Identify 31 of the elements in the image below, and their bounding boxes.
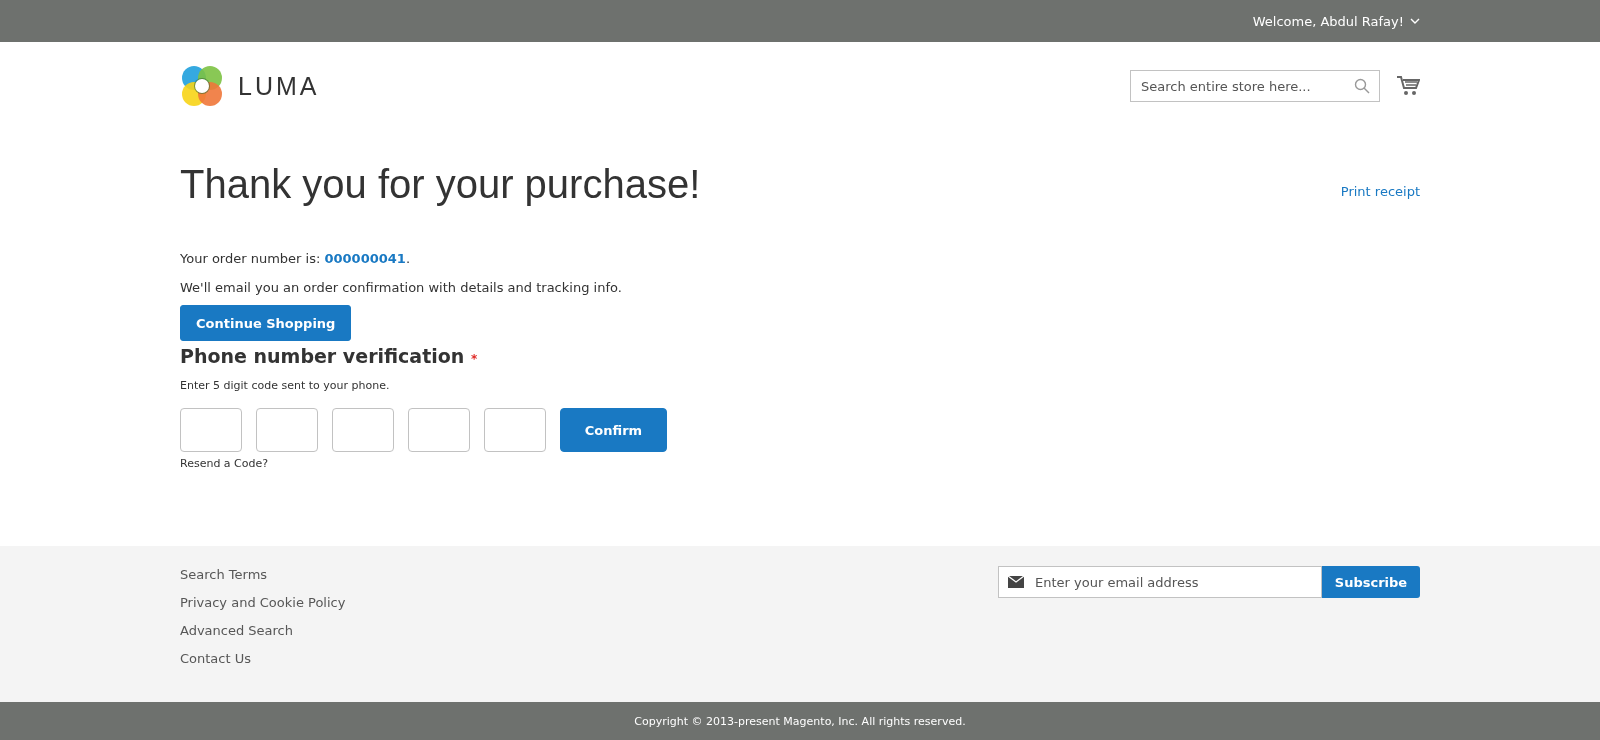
welcome-menu[interactable]: Welcome, Abdul Rafay! xyxy=(1252,13,1420,29)
code-digit-field[interactable] xyxy=(180,408,242,452)
search-field[interactable]: Search entire store here... xyxy=(1130,70,1380,102)
logo[interactable]: LUMA xyxy=(180,64,320,108)
code-digit-field[interactable] xyxy=(484,408,546,452)
search-icon xyxy=(1354,78,1370,94)
footer-link[interactable]: Advanced Search xyxy=(180,622,293,640)
copyright-text: Copyright © 2013-present Magento, Inc. All rights reserved. xyxy=(634,714,966,728)
continue-shopping-button[interactable]: Continue Shopping xyxy=(180,305,352,341)
resend-code-link[interactable]: Resend a Code? xyxy=(180,457,269,470)
order-number-link[interactable]: 000000041 xyxy=(324,251,406,266)
required-mark: * xyxy=(471,352,478,366)
period-text: . xyxy=(405,251,411,266)
logo-icon xyxy=(180,64,224,108)
order-number-label: Your order number is: xyxy=(180,251,321,266)
code-hint: Enter 5 digit code sent to your phone. xyxy=(180,379,391,392)
code-digit-field[interactable] xyxy=(256,408,318,452)
chevron-down-icon xyxy=(1410,18,1420,24)
verification-title: Phone number verification xyxy=(180,345,465,367)
email-field[interactable]: Enter your email address xyxy=(998,566,1322,598)
code-digit-field[interactable] xyxy=(332,408,394,452)
print-receipt-link[interactable]: Print receipt xyxy=(1340,184,1420,199)
footer-link[interactable]: Contact Us xyxy=(180,650,251,668)
page-title: Thank you for your purchase! xyxy=(180,162,701,207)
cart-icon[interactable] xyxy=(1396,75,1420,97)
footer-link[interactable]: Search Terms xyxy=(180,566,268,584)
subscribe-button[interactable]: Subscribe xyxy=(1322,566,1420,598)
footer-link[interactable]: Privacy and Cookie Policy xyxy=(180,594,346,612)
confirm-button[interactable]: Confirm xyxy=(560,408,667,452)
code-digit-field[interactable] xyxy=(408,408,470,452)
email-note: We'll email you an order confirmation with details and tracking info. xyxy=(180,280,623,295)
